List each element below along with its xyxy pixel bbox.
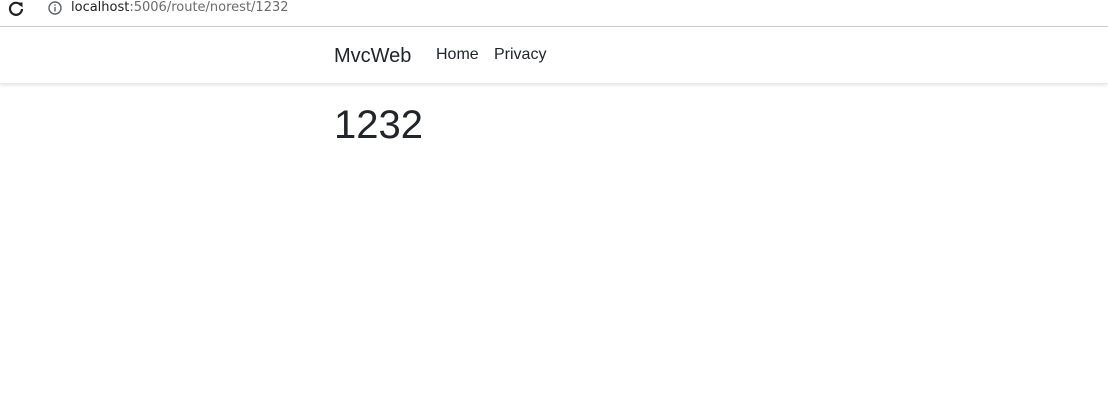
navbar-brand[interactable]: MvcWeb (334, 44, 411, 68)
info-icon[interactable] (48, 1, 62, 15)
address-path: :5006/route/norest/1232 (129, 0, 289, 15)
nav-link-home[interactable]: Home (436, 45, 479, 65)
reload-icon[interactable] (7, 0, 25, 18)
address-host: localhost (71, 0, 130, 15)
address-bar[interactable]: localhost:5006/route/norest/1232 (71, 0, 289, 16)
navbar: MvcWeb Home Privacy (0, 27, 1108, 84)
nav-link-privacy[interactable]: Privacy (494, 45, 546, 65)
page-title: 1232 (334, 103, 423, 147)
browser-toolbar: localhost:5006/route/norest/1232 (0, 0, 1108, 27)
